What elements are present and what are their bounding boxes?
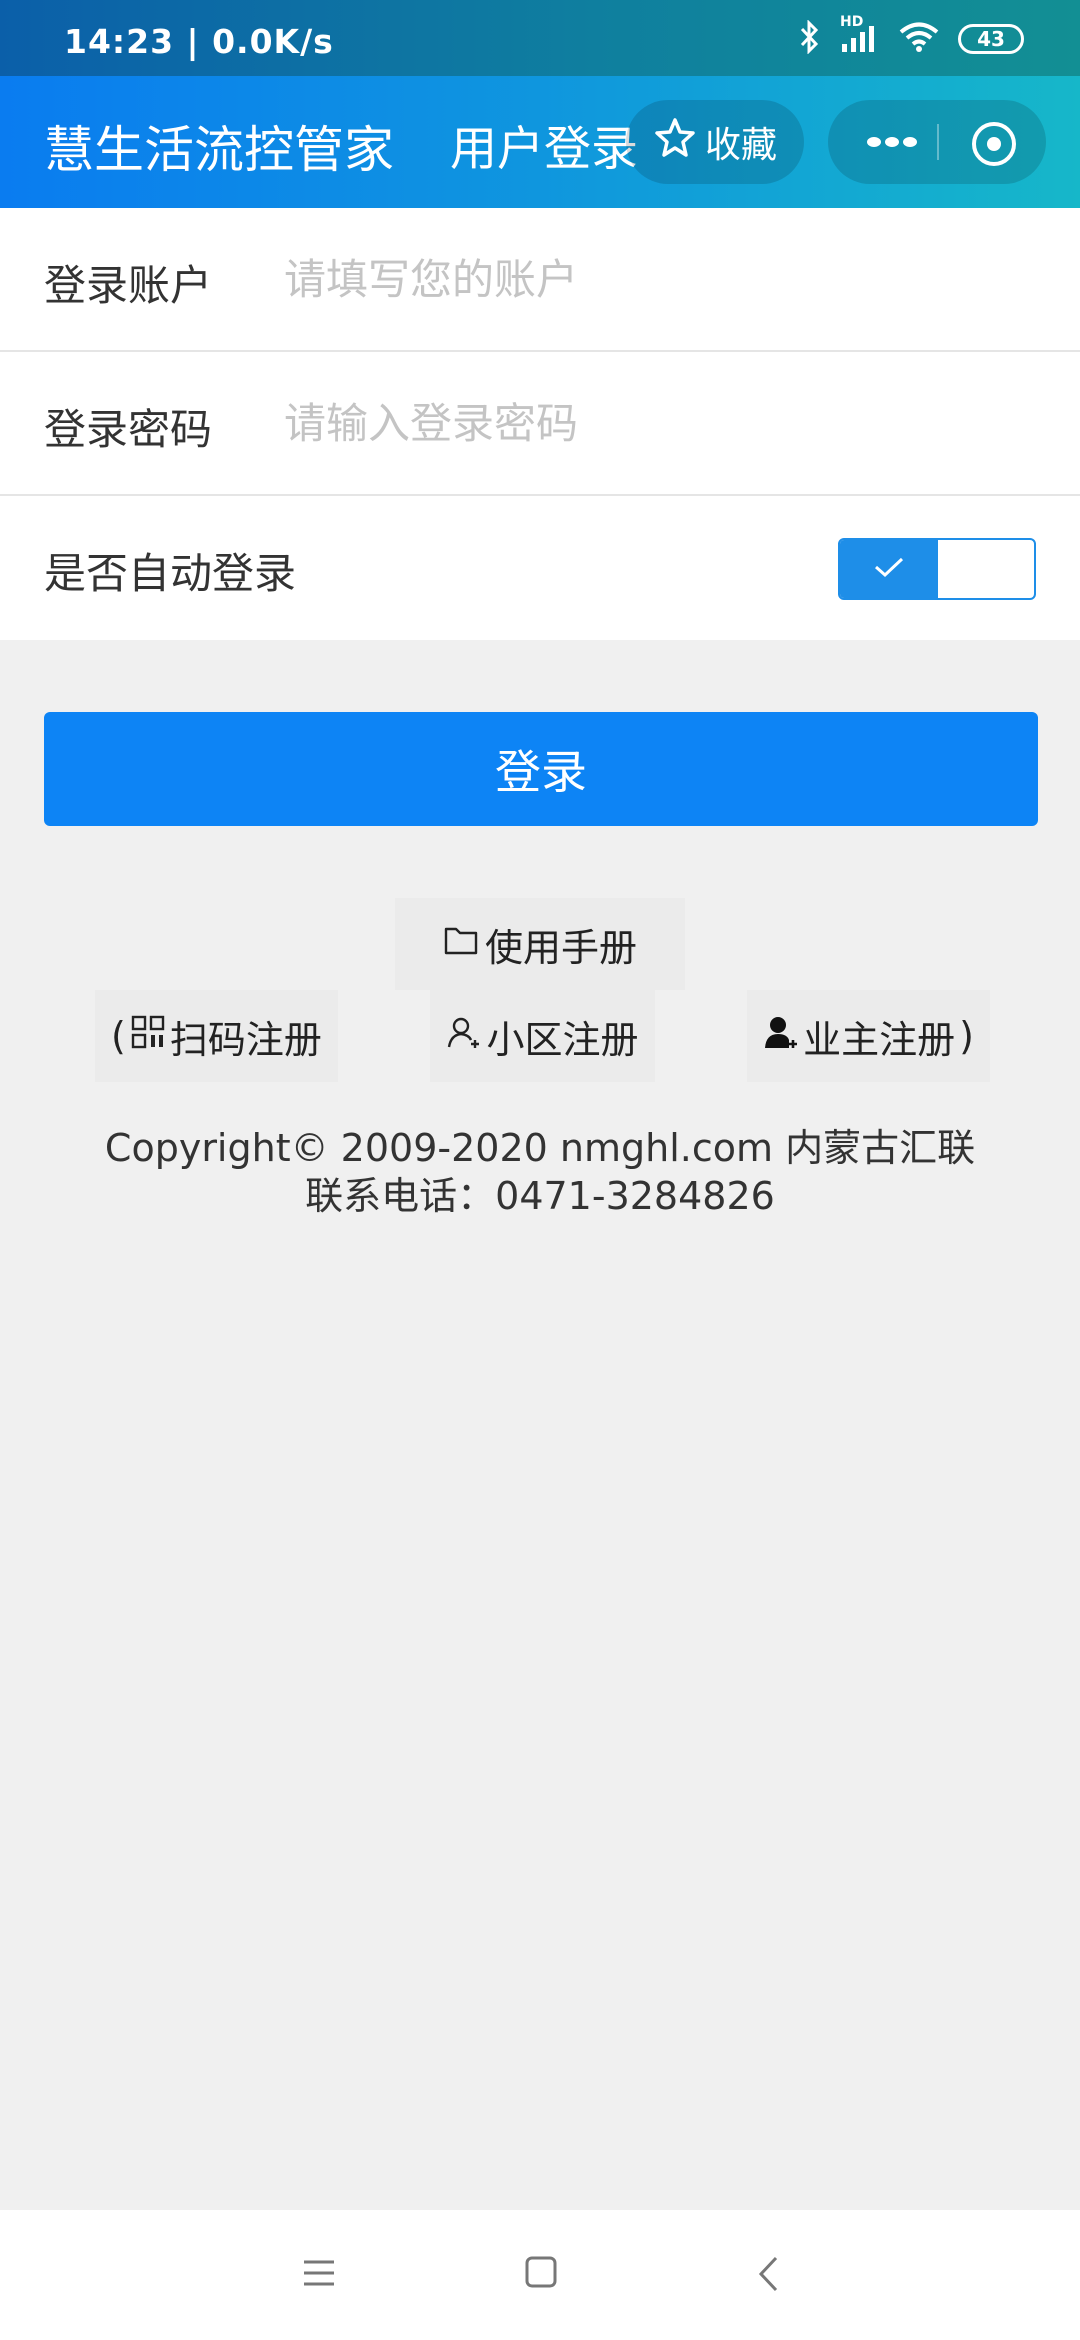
more-icon[interactable] xyxy=(866,130,918,158)
manual-label: 使用手册 xyxy=(484,925,637,970)
favorite-button[interactable]: 收藏 xyxy=(626,100,804,184)
close-paren: ) xyxy=(959,1014,974,1058)
signal-icon: HD xyxy=(840,14,880,58)
password-row: 登录密码 xyxy=(0,352,1080,496)
community-register-link[interactable]: 小区注册 xyxy=(430,990,655,1082)
auto-login-toggle[interactable] xyxy=(838,538,1036,600)
account-row: 登录账户 xyxy=(0,208,1080,352)
auto-login-label: 是否自动登录 xyxy=(44,549,297,598)
password-label: 登录密码 xyxy=(44,405,213,454)
menu-icon[interactable] xyxy=(302,2258,336,2292)
exit-icon[interactable] xyxy=(968,118,1020,174)
toggle-on-segment xyxy=(840,540,938,598)
login-button[interactable]: 登录 xyxy=(44,712,1038,826)
battery-indicator: 43 xyxy=(958,24,1024,54)
owner-register-label: 业主注册 xyxy=(803,1017,956,1062)
owner-register-link[interactable]: 业主注册 ) xyxy=(747,990,990,1082)
contact-phone: 联系电话：0471-3284826 xyxy=(305,1174,775,1218)
wifi-icon xyxy=(898,21,940,57)
system-nav-bar xyxy=(0,2210,1080,2340)
scan-register-label: 扫码注册 xyxy=(169,1017,322,1062)
status-icons: HD 43 xyxy=(798,14,1024,58)
user-add-outline-icon xyxy=(446,1014,482,1059)
app-title: 慧生活流控管家 xyxy=(44,121,394,179)
manual-link[interactable]: 使用手册 xyxy=(395,898,685,990)
scan-register-link[interactable]: ( 扫码注册 xyxy=(95,990,338,1082)
community-register-label: 小区注册 xyxy=(486,1017,639,1062)
account-input[interactable] xyxy=(282,248,1046,310)
star-icon xyxy=(653,116,697,169)
register-links: ( 扫码注册 小区注册 业主注册) xyxy=(95,990,990,1082)
open-paren: ( xyxy=(111,1014,126,1058)
copyright-text: Copyright© 2009-2020 nmghl.com 内蒙古汇联 xyxy=(104,1126,976,1170)
home-icon[interactable] xyxy=(524,2254,558,2294)
footer: Copyright© 2009-2020 nmghl.com 内蒙古汇联 联系电… xyxy=(0,1124,1080,1220)
folder-icon xyxy=(443,922,479,966)
page-title: 用户登录 xyxy=(450,122,638,177)
capsule-divider xyxy=(937,124,939,160)
hd-badge: HD xyxy=(840,14,864,30)
qrcode-icon xyxy=(130,1014,166,1059)
bluetooth-icon xyxy=(798,19,822,58)
back-icon[interactable] xyxy=(756,2254,780,2298)
miniapp-capsule xyxy=(828,100,1046,184)
status-bar: 14:23 | 0.0K/s HD 43 xyxy=(0,0,1080,76)
password-input[interactable] xyxy=(282,392,1046,454)
favorite-label: 收藏 xyxy=(704,125,777,166)
check-icon xyxy=(872,554,906,584)
account-label: 登录账户 xyxy=(44,261,213,310)
status-time: 14:23 | 0.0K/s xyxy=(64,22,334,61)
user-add-filled-icon xyxy=(763,1014,799,1059)
